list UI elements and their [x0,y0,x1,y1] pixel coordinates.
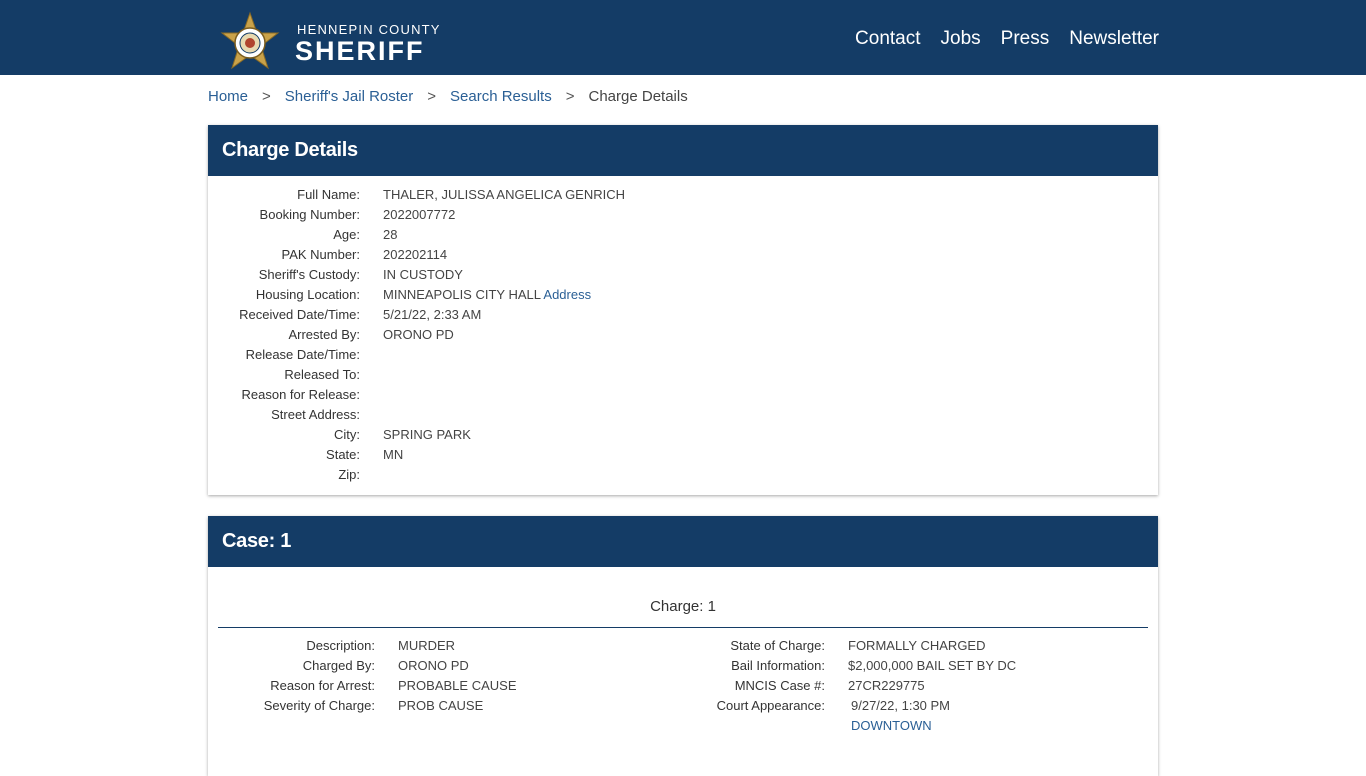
state-label: State: [326,447,360,462]
custody-label: Sheriff's Custody: [258,267,360,282]
case-panel: Case: 1 Charge: 1 Description: MURDER Ch… [208,516,1158,776]
breadcrumb-separator: > [565,88,575,105]
full-name-label: Full Name: [297,187,360,202]
pak-number-label: PAK Number: [281,247,360,262]
court-location: DOWNTOWN [851,716,932,736]
breadcrumb-home[interactable]: Home [208,88,248,105]
pak-number-value: 202202114 [383,247,448,262]
charge-details-heading: Charge Details [208,125,1158,176]
received-datetime-label: Received Date/Time: [239,307,360,322]
nav-jobs[interactable]: Jobs [941,28,981,52]
description-label: Description: [306,638,375,653]
released-to-label: Released To: [284,367,360,382]
address-link[interactable]: Address [543,287,591,302]
bail-info-label: Bail Information: [731,658,825,673]
custody-value: IN CUSTODY [383,267,463,282]
court-location-link[interactable]: DOWNTOWN [851,718,932,733]
state-value: MN [383,447,404,462]
housing-location-text: MINNEAPOLIS CITY HALL [383,287,541,302]
charge-divider [218,627,1148,628]
brand-subtitle: HENNEPIN COUNTY [297,22,441,37]
arrested-by-value: ORONO PD [383,327,454,342]
breadcrumb-separator: > [427,88,437,105]
street-address-label: Street Address: [271,407,360,422]
release-datetime-label: Release Date/Time: [245,347,360,362]
zip-label: Zip: [338,467,360,482]
severity-label: Severity of Charge: [263,698,375,713]
bail-info-value: $2,000,000 BAIL SET BY DC [848,658,1017,673]
full-name-value: THALER, JULISSA ANGELICA GENRICH [383,187,626,202]
housing-location-value: MINNEAPOLIS CITY HALL Address [383,285,591,305]
breadcrumb-jail-roster[interactable]: Sheriff's Jail Roster [285,88,413,105]
housing-location-label: Housing Location: [255,287,360,302]
sheriff-badge-icon[interactable] [218,11,282,73]
city-value: SPRING PARK [383,427,471,442]
mncis-case-value: 27CR229775 [848,678,925,693]
booking-number-label: Booking Number: [259,207,360,222]
arrested-by-label: Arrested By: [288,327,360,342]
severity-value: PROB CAUSE [398,698,484,713]
release-reason-label: Reason for Release: [241,387,360,402]
description-value: MURDER [398,638,456,653]
charged-by-label: Charged By: [302,658,375,673]
breadcrumb-separator: > [262,88,271,105]
case-heading: Case: 1 [208,516,1158,567]
charge-details-panel: Charge Details Full Name: THALER, JULISS… [208,125,1158,495]
city-label: City: [334,427,360,442]
breadcrumb-current: Charge Details [588,88,688,105]
breadcrumb: Home > Sheriff's Jail Roster > Search Result… [208,88,688,105]
charged-by-value: ORONO PD [398,658,469,673]
mncis-case-label: MNCIS Case #: [734,678,825,693]
court-appearance-label: Court Appearance: [716,698,825,713]
received-datetime-value: 5/21/22, 2:33 AM [383,307,482,322]
site-header: HENNEPIN COUNTY SHERIFF Contact Jobs Pre… [0,0,1366,75]
age-value: 28 [383,227,398,242]
charge-state-label: State of Charge: [730,638,825,653]
arrest-reason-label: Reason for Arrest: [270,678,375,693]
booking-number-value: 2022007772 [383,207,456,222]
main-nav: Contact Jobs Press Newsletter [855,28,1159,52]
breadcrumb-search-results[interactable]: Search Results [450,88,552,105]
court-appearance-value: 9/27/22, 1:30 PM [851,698,951,713]
charge-heading: Charge: 1 [650,598,716,615]
nav-newsletter[interactable]: Newsletter [1069,28,1159,52]
nav-contact[interactable]: Contact [855,28,920,52]
arrest-reason-value: PROBABLE CAUSE [398,678,517,693]
brand-title[interactable]: SHERIFF [295,36,425,67]
age-label: Age: [333,227,360,242]
charge-state-value: FORMALLY CHARGED [848,638,986,653]
nav-press[interactable]: Press [1001,28,1050,52]
